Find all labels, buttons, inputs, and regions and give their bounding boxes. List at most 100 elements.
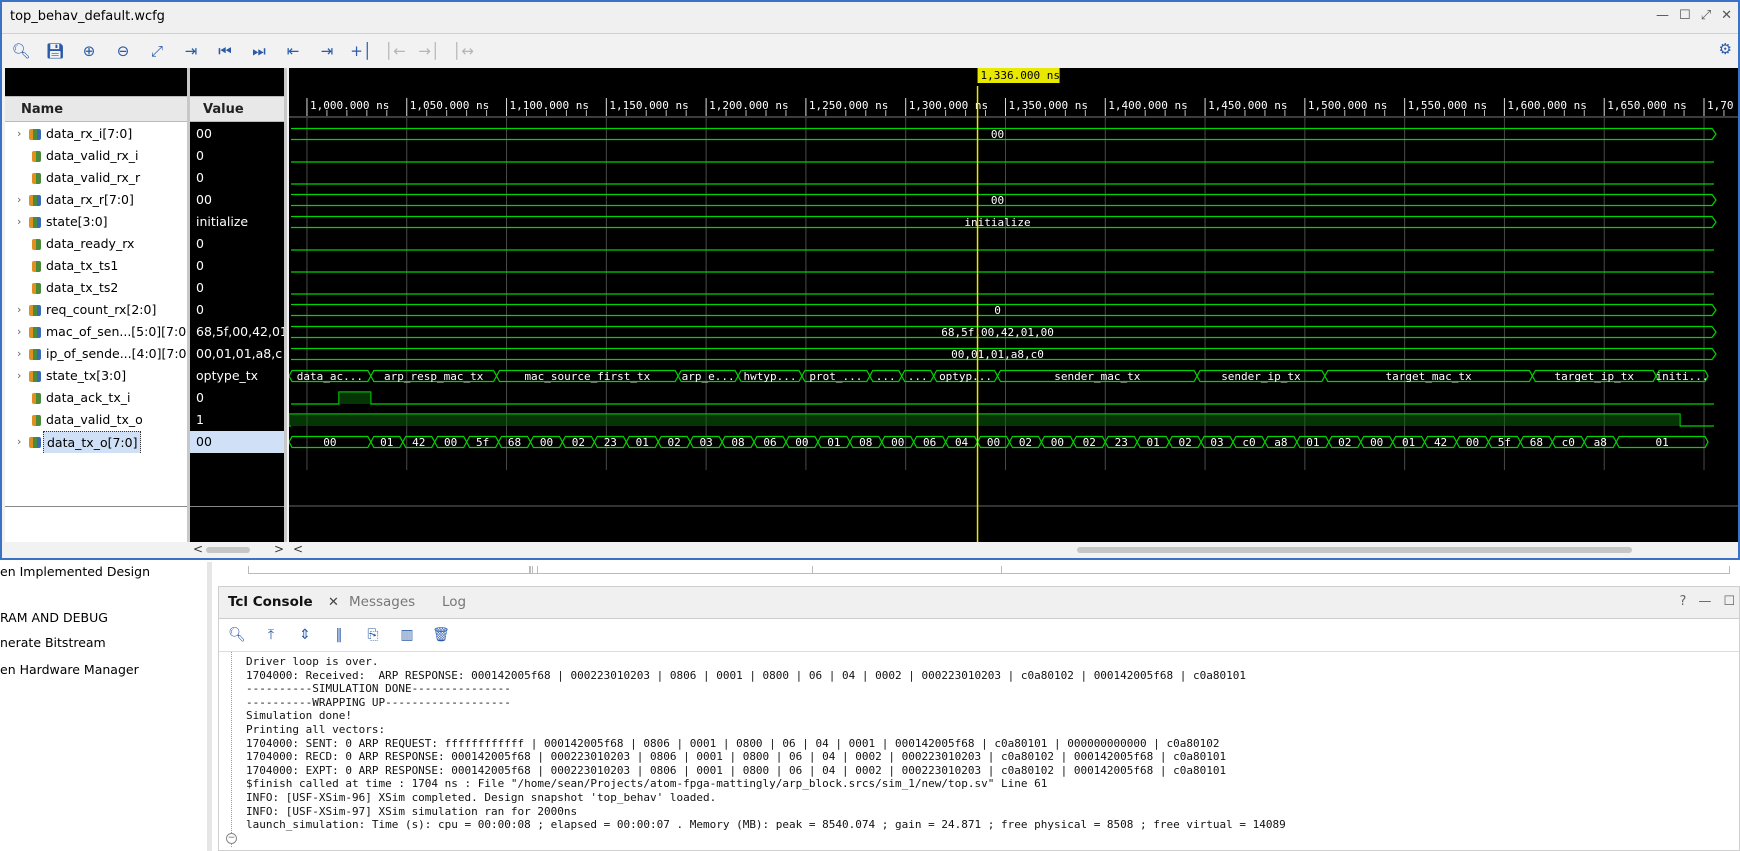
signal-value[interactable]: 1 xyxy=(190,409,284,431)
tab-log[interactable]: Log xyxy=(442,594,466,610)
go-to-time-0-icon[interactable]: ⏮︎ xyxy=(214,40,236,62)
signal-row[interactable]: › ip_of_sende...[4:0][7:0] xyxy=(5,343,187,365)
signal-value[interactable]: 68,5f,00,42,01 xyxy=(190,321,284,343)
tab-tcl-console[interactable]: Tcl Console xyxy=(228,594,313,610)
expand-arrow-icon[interactable]: › xyxy=(17,123,21,145)
scroll-left-icon[interactable]: < xyxy=(293,542,303,556)
signal-value[interactable]: optype_tx xyxy=(190,365,284,387)
signal-row[interactable]: data_valid_rx_i xyxy=(5,145,187,167)
signal-value[interactable]: 0 xyxy=(190,387,284,409)
waveform-canvas[interactable]: 1,000.000 ns 1,050.000 ns 1,100.000 ns 1,15… xyxy=(289,68,1738,542)
signal-row[interactable]: › state[3:0] xyxy=(5,211,187,233)
go-to-cursor-icon[interactable]: ⇥ xyxy=(180,40,202,62)
names-scroll-thumb[interactable] xyxy=(206,547,250,553)
zoom-out-icon[interactable]: ⊖ xyxy=(112,40,134,62)
signal-value[interactable]: 00 xyxy=(190,123,284,145)
panel-splitter[interactable] xyxy=(207,562,212,851)
search-icon[interactable]: 🔍︎ xyxy=(10,40,32,62)
signal-row[interactable]: data_valid_rx_r xyxy=(5,167,187,189)
zoom-fit-icon[interactable]: ⤢ xyxy=(146,40,168,62)
signal-row[interactable]: › req_count_rx[2:0] xyxy=(5,299,187,321)
wave-data-tx-o-segment-label: 23 xyxy=(1115,436,1128,449)
signal-value[interactable]: initialize xyxy=(190,211,284,233)
expand-arrow-icon[interactable]: › xyxy=(17,431,21,453)
signal-row[interactable]: › mac_of_sen...[5:0][7:0] xyxy=(5,321,187,343)
wave-data-tx-o-segment-label: 02 xyxy=(1338,436,1351,449)
gear-icon[interactable]: ⚙ xyxy=(1719,40,1732,58)
next-marker-icon[interactable]: →│ xyxy=(418,40,440,62)
waveform-svg[interactable]: 1,000.000 ns 1,050.000 ns 1,100.000 ns 1,15… xyxy=(289,68,1738,542)
previous-marker-icon[interactable]: │← xyxy=(384,40,406,62)
close-icon[interactable]: ✕ xyxy=(328,595,339,610)
wave-ip-of-sender-label: 00,01,01,a8,c0 xyxy=(951,348,1044,361)
expand-all-icon[interactable]: ⇕ xyxy=(295,625,315,645)
console-line: ----------SIMULATION DONE--------------- xyxy=(246,682,511,696)
signal-value[interactable]: 0 xyxy=(190,145,284,167)
columns-icon[interactable]: ▥ xyxy=(397,625,417,645)
add-marker-icon[interactable]: +│ xyxy=(350,40,372,62)
flow-item-generate-bitstream[interactable]: nerate Bitstream xyxy=(0,635,106,650)
signal-value[interactable]: 0 xyxy=(190,255,284,277)
scroll-left-icon[interactable]: < xyxy=(193,542,203,556)
signal-name: data_rx_r[7:0] xyxy=(46,192,134,207)
maximize-button[interactable]: ☐ xyxy=(1723,594,1735,609)
maximize-button[interactable]: ☐ xyxy=(1679,8,1691,23)
window-buttons: — ☐ ⤢ ✕ xyxy=(1656,8,1732,23)
console-output[interactable]: Driver loop is over. 1704000: Received: A… xyxy=(219,651,1739,851)
wave-data-tx-o-segment-label: 00 xyxy=(795,436,808,449)
bus-signal-icon xyxy=(29,437,41,448)
signal-value[interactable]: 00 xyxy=(190,189,284,211)
signal-row[interactable]: data_ready_rx xyxy=(5,233,187,255)
swap-cursors-icon[interactable]: │↔ xyxy=(452,40,474,62)
expand-arrow-icon[interactable]: › xyxy=(17,189,21,211)
help-button[interactable]: ? xyxy=(1679,594,1686,609)
waveform-scroll-thumb[interactable] xyxy=(1077,547,1632,553)
expand-arrow-icon[interactable]: › xyxy=(17,343,21,365)
previous-transition-icon[interactable]: ⇤ xyxy=(282,40,304,62)
signal-row[interactable]: data_tx_ts2 xyxy=(5,277,187,299)
pause-icon[interactable]: ‖ xyxy=(329,625,349,645)
signal-value[interactable]: 00,01,01,a8,c xyxy=(190,343,284,365)
wave-data-tx-o-segment-label: 01 xyxy=(1306,436,1319,449)
console-line: INFO: [USF-XSim-97] XSim simulation ran … xyxy=(246,804,578,818)
panel-splitter[interactable] xyxy=(284,68,287,556)
signal-value[interactable]: 00 xyxy=(190,431,284,453)
minimize-button[interactable]: — xyxy=(1656,8,1669,23)
wave-state-tx-segment-label: sender_mac_tx xyxy=(1054,370,1140,383)
expand-arrow-icon[interactable]: › xyxy=(17,211,21,233)
search-icon[interactable]: 🔍︎ xyxy=(227,625,247,645)
expand-arrow-icon[interactable]: › xyxy=(17,321,21,343)
collapse-icon[interactable]: − xyxy=(226,833,237,844)
tab-messages[interactable]: Messages xyxy=(349,594,415,610)
flow-item-open-hardware-manager[interactable]: en Hardware Manager xyxy=(0,662,139,677)
go-to-last-time-icon[interactable]: ⏭︎ xyxy=(248,40,270,62)
signal-row[interactable]: data_tx_ts1 xyxy=(5,255,187,277)
float-button[interactable]: ⤢ xyxy=(1701,8,1711,23)
waveform-window: top_behav_default.wcfg — ☐ ⤢ ✕ 🔍︎ 💾︎ ⊕ ⊖… xyxy=(0,0,1740,560)
signal-row[interactable]: › data_tx_o[7:0] xyxy=(5,431,187,453)
collapse-all-icon[interactable]: ⤒ xyxy=(261,625,281,645)
scroll-right-icon[interactable]: > xyxy=(274,542,284,556)
signal-row[interactable]: › state_tx[3:0] xyxy=(5,365,187,387)
signal-value[interactable]: 0 xyxy=(190,167,284,189)
delete-icon[interactable]: 🗑︎ xyxy=(431,625,451,645)
signal-row[interactable]: data_ack_tx_i xyxy=(5,387,187,409)
close-button[interactable]: ✕ xyxy=(1721,8,1732,23)
signal-value[interactable]: 0 xyxy=(190,277,284,299)
signal-row[interactable]: › data_rx_r[7:0] xyxy=(5,189,187,211)
zoom-in-icon[interactable]: ⊕ xyxy=(78,40,100,62)
name-column-header[interactable]: Name xyxy=(5,96,187,122)
expand-arrow-icon[interactable]: › xyxy=(17,299,21,321)
value-column-header[interactable]: Value xyxy=(190,96,284,122)
save-icon[interactable]: 💾︎ xyxy=(44,40,66,62)
copy-icon[interactable]: ⎘ xyxy=(363,625,383,645)
window-title: top_behav_default.wcfg xyxy=(10,9,165,24)
signal-row[interactable]: data_valid_tx_o xyxy=(5,409,187,431)
expand-arrow-icon[interactable]: › xyxy=(17,365,21,387)
signal-value[interactable]: 0 xyxy=(190,233,284,255)
signal-row[interactable]: › data_rx_i[7:0] xyxy=(5,123,187,145)
next-transition-icon[interactable]: ⇥ xyxy=(316,40,338,62)
minimize-button[interactable]: — xyxy=(1698,594,1711,609)
signal-value[interactable]: 0 xyxy=(190,299,284,321)
flow-item-open-implemented-design[interactable]: en Implemented Design xyxy=(0,564,150,579)
